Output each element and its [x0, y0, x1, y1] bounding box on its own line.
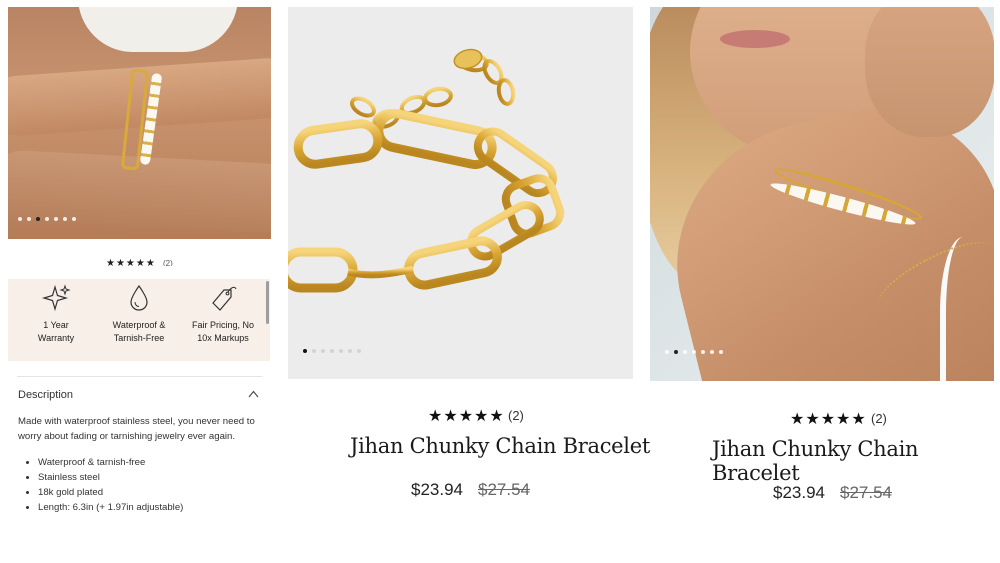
rating-stars: ★★★★★ — [790, 411, 867, 428]
list-item: 18k gold plated — [38, 485, 183, 500]
gallery-dot[interactable] — [63, 217, 67, 221]
gallery-dot[interactable] — [683, 350, 687, 354]
feature-waterproof: Waterproof & Tarnish-Free — [96, 279, 182, 361]
product-price: $23.94 — [411, 480, 463, 499]
left-gallery-dots[interactable] — [18, 217, 76, 221]
feature-warranty: 1 Year Warranty — [13, 279, 99, 361]
product-photo-model[interactable] — [650, 7, 994, 381]
chevron-up-icon[interactable] — [248, 390, 259, 398]
left-rating-stars: ★★★★★ — [106, 258, 156, 266]
gallery-dot[interactable] — [719, 350, 723, 354]
compare-price: $27.54 — [840, 483, 892, 502]
mid-gallery-dots[interactable] — [303, 349, 361, 353]
compare-price: $27.54 — [478, 480, 530, 499]
gallery-dot[interactable] — [710, 350, 714, 354]
gallery-dot-active[interactable] — [303, 349, 307, 353]
product-title[interactable]: Jihan Chunky Chain Bracelet — [350, 434, 650, 458]
feature-label: Fair Pricing, No 10x Markups — [191, 320, 254, 343]
feature-label: Waterproof & Tarnish-Free — [112, 320, 166, 343]
list-item: Waterproof & tarnish-free — [38, 455, 183, 470]
right-gallery-dots[interactable] — [665, 350, 723, 354]
description-title[interactable]: Description — [18, 389, 73, 401]
product-title[interactable]: Jihan Chunky Chain Bracelet — [712, 437, 1000, 485]
review-count[interactable]: (2) — [871, 411, 887, 426]
gallery-dot[interactable] — [18, 217, 22, 221]
gallery-dot[interactable] — [54, 217, 58, 221]
gallery-dot[interactable] — [45, 217, 49, 221]
gallery-dot-active[interactable] — [36, 217, 40, 221]
gallery-dot[interactable] — [692, 350, 696, 354]
gallery-dot[interactable] — [339, 349, 343, 353]
gallery-dot-active[interactable] — [674, 350, 678, 354]
gallery-dot[interactable] — [701, 350, 705, 354]
description-text: Made with waterproof stainless steel, yo… — [18, 416, 255, 442]
list-item: Length: 6.3in (+ 1.97in adjustable) — [38, 500, 183, 515]
list-item: Stainless steel — [38, 470, 183, 485]
price-tag-icon — [212, 286, 237, 311]
gallery-dot[interactable] — [312, 349, 316, 353]
review-count[interactable]: (2) — [508, 408, 524, 423]
gallery-dot[interactable] — [330, 349, 334, 353]
rating-stars: ★★★★★ — [428, 408, 505, 425]
feature-badges: 1 Year Warranty Waterproof & Tarnish-Fre… — [8, 279, 270, 361]
gallery-dot[interactable] — [27, 217, 31, 221]
description-bullets: Waterproof & tarnish-free Stainless stee… — [18, 455, 183, 515]
left-product-photo[interactable] — [8, 7, 271, 239]
gallery-dot[interactable] — [348, 349, 352, 353]
water-drop-icon — [130, 284, 148, 311]
bracelet-image — [288, 48, 565, 293]
sparkle-icon — [41, 284, 71, 312]
feature-pricing: Fair Pricing, No 10x Markups — [180, 279, 266, 361]
product-photo-chain-bracelet[interactable] — [288, 7, 633, 379]
gallery-dot[interactable] — [72, 217, 76, 221]
gallery-dot[interactable] — [665, 350, 669, 354]
gallery-dot[interactable] — [357, 349, 361, 353]
gallery-dot[interactable] — [321, 349, 325, 353]
divider — [17, 376, 262, 377]
feature-label: 1 Year Warranty — [37, 320, 75, 343]
product-price: $23.94 — [773, 483, 825, 502]
left-review-count[interactable]: (2) — [163, 259, 173, 266]
scrollbar[interactable] — [266, 281, 269, 324]
